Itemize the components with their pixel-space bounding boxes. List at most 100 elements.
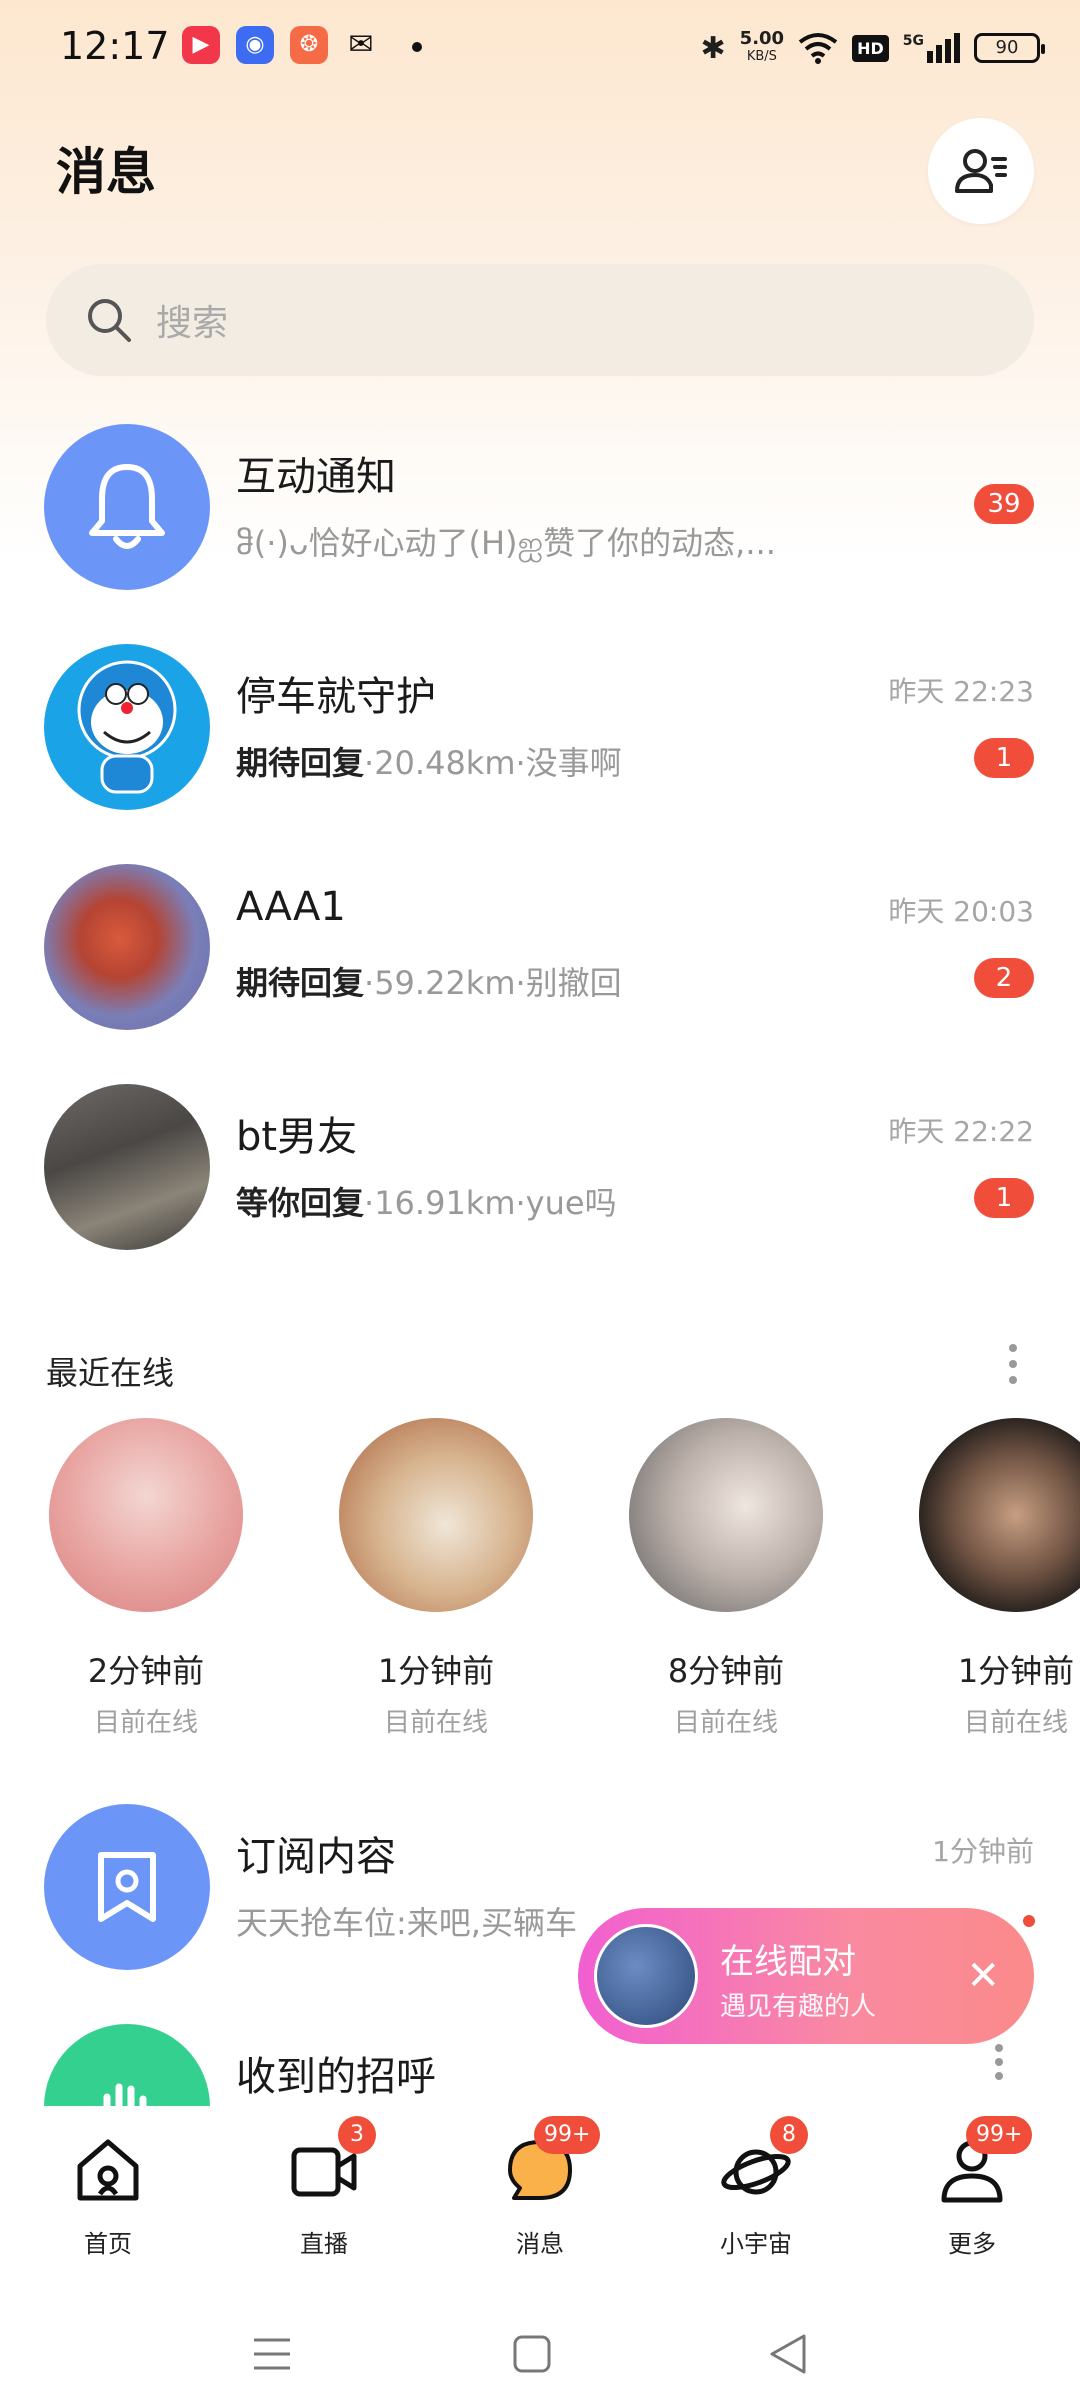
video-app-icon: ▶ [182, 26, 220, 64]
message-name: 订阅内容 [236, 1834, 396, 1880]
distance: ·20.48km· [364, 744, 526, 782]
nav-label: 首页 [84, 2230, 132, 2258]
hd-badge: HD [852, 34, 889, 62]
message-preview: 等你回复·16.91km·yue吗 [236, 1178, 617, 1224]
avatar [339, 1418, 533, 1612]
online-time: 2分钟前 [87, 1652, 205, 1690]
nav-badge: 8 [770, 2116, 808, 2154]
online-status: 目前在线 [673, 1708, 778, 1738]
nav-universe[interactable]: 8 小宇宙 [686, 2116, 826, 2259]
qq-app-icon: ◉ [236, 26, 274, 64]
nav-messages[interactable]: 99+ 消息 [470, 2116, 610, 2259]
user-icon: 99+ [936, 2116, 1033, 2206]
online-time: 1分钟前 [957, 1652, 1075, 1690]
subscription-avatar [44, 1804, 210, 1970]
nav-home[interactable]: 首页 [38, 2134, 178, 2259]
wifi-icon [798, 33, 838, 64]
message-time: 昨天 22:22 [888, 1115, 1034, 1148]
message-text: yue吗 [525, 1184, 617, 1222]
online-user[interactable]: 1分钟前 目前在线 [916, 1418, 1080, 1739]
message-preview: 期待回复·20.48km·没事啊 [236, 738, 622, 784]
distance: ·16.91km· [364, 1184, 526, 1222]
online-user[interactable]: 2分钟前 目前在线 [46, 1418, 246, 1739]
chat-bubble-icon: 99+ [504, 2116, 601, 2206]
reply-status: 期待回复 [236, 744, 365, 782]
message-name: 收到的招呼 [236, 2054, 436, 2100]
system-navigation-bar [0, 2296, 1080, 2408]
message-row[interactable]: bt男友 等你回复·16.91km·yue吗 昨天 22:22 1 [0, 1054, 1080, 1254]
video-camera-icon: 3 [288, 2116, 376, 2206]
status-bar: 12:17 ▶ ◉ ❂ ✉ ✱ 5.00 KB/S HD 5G 90 [0, 0, 1080, 96]
match-title: 在线配对 [720, 1942, 856, 1982]
status-time: 12:17 [60, 24, 170, 68]
online-match-banner[interactable]: 在线配对 遇见有趣的人 ✕ [578, 1908, 1038, 2044]
message-text: 没事啊 [525, 744, 622, 782]
online-status: 目前在线 [93, 1708, 198, 1738]
menu-icon[interactable] [252, 2336, 292, 2372]
avatar [44, 864, 210, 1030]
avatar [919, 1418, 1080, 1612]
nav-badge: 99+ [534, 2116, 601, 2154]
recent-online-title: 最近在线 [46, 1354, 175, 1392]
bell-icon [89, 464, 165, 549]
online-status: 目前在线 [383, 1708, 488, 1738]
unread-badge: 1 [974, 738, 1034, 778]
notification-dot [412, 42, 422, 52]
nav-badge: 3 [338, 2116, 376, 2154]
nav-label: 消息 [516, 2230, 564, 2258]
avatar [44, 1084, 210, 1250]
bookmark-icon [98, 1852, 156, 1922]
notification-avatar [44, 424, 210, 590]
nav-live[interactable]: 3 直播 [254, 2116, 394, 2259]
wechat-icon: ✉ [348, 27, 374, 62]
more-options-icon[interactable] [1004, 1344, 1022, 1384]
message-time: 昨天 20:03 [888, 895, 1034, 928]
unread-badge: 2 [974, 958, 1034, 998]
page-title: 消息 [56, 143, 156, 201]
more-options-icon[interactable] [990, 2044, 1008, 2080]
message-name: bt男友 [236, 1114, 358, 1160]
nav-label: 小宇宙 [720, 2230, 792, 2258]
community-app-icon: ❂ [290, 26, 328, 64]
message-text: 别撤回 [525, 964, 622, 1002]
close-icon[interactable]: ✕ [966, 1950, 1000, 2002]
match-avatar [594, 1924, 698, 2028]
message-name: 互动通知 [236, 454, 396, 500]
notification-dot [1020, 1912, 1038, 1930]
home-square-icon[interactable] [512, 2334, 552, 2374]
online-user[interactable]: 8分钟前 目前在线 [626, 1418, 826, 1739]
avatar [44, 644, 210, 810]
distance: ·59.22km· [364, 964, 526, 1002]
message-row[interactable]: AAA1 期待回复·59.22km·别撤回 昨天 20:03 2 [0, 834, 1080, 1034]
message-row-interaction[interactable]: 互动通知 ჵ(·)ᴗ恰好心动了(H)ஐ赞了你的动态,... 39 [0, 394, 1080, 594]
contacts-icon [955, 149, 1007, 193]
unread-badge: 39 [974, 484, 1034, 524]
home-icon [72, 2134, 144, 2206]
avatar [49, 1418, 243, 1612]
online-user[interactable]: 1分钟前 目前在线 [336, 1418, 536, 1739]
search-placeholder: 搜索 [156, 303, 229, 344]
nav-more[interactable]: 99+ 更多 [902, 2116, 1042, 2259]
search-icon [88, 299, 131, 342]
message-preview: 天天抢车位:来吧,买辆车 [236, 1904, 577, 1942]
battery-indicator: 90 [974, 33, 1045, 63]
wave-hand-icon [103, 2083, 147, 2106]
unread-badge: 1 [974, 1178, 1034, 1218]
message-name: AAA1 [236, 884, 346, 930]
message-name: 停车就守护 [236, 674, 436, 720]
bottom-navigation: 首页 3 直播 99+ 消息 8 小宇宙 99+ 更多 [0, 2106, 1080, 2296]
message-time: 昨天 22:23 [888, 675, 1034, 708]
back-icon[interactable] [768, 2332, 808, 2376]
online-time: 8分钟前 [667, 1652, 785, 1690]
reply-status: 期待回复 [236, 964, 365, 1002]
message-row[interactable]: 停车就守护 期待回复·20.48km·没事啊 昨天 22:23 1 [0, 614, 1080, 814]
nav-label: 直播 [300, 2230, 348, 2258]
message-time: 1分钟前 [932, 1835, 1034, 1868]
online-status: 目前在线 [963, 1708, 1068, 1738]
message-preview: 期待回复·59.22km·别撤回 [236, 958, 622, 1004]
contacts-button[interactable] [928, 118, 1034, 224]
greetings-avatar [44, 2024, 210, 2106]
network-speed: 5.00 KB/S [739, 28, 785, 65]
search-input[interactable]: 搜索 [46, 264, 1034, 376]
online-time: 1分钟前 [377, 1652, 495, 1690]
